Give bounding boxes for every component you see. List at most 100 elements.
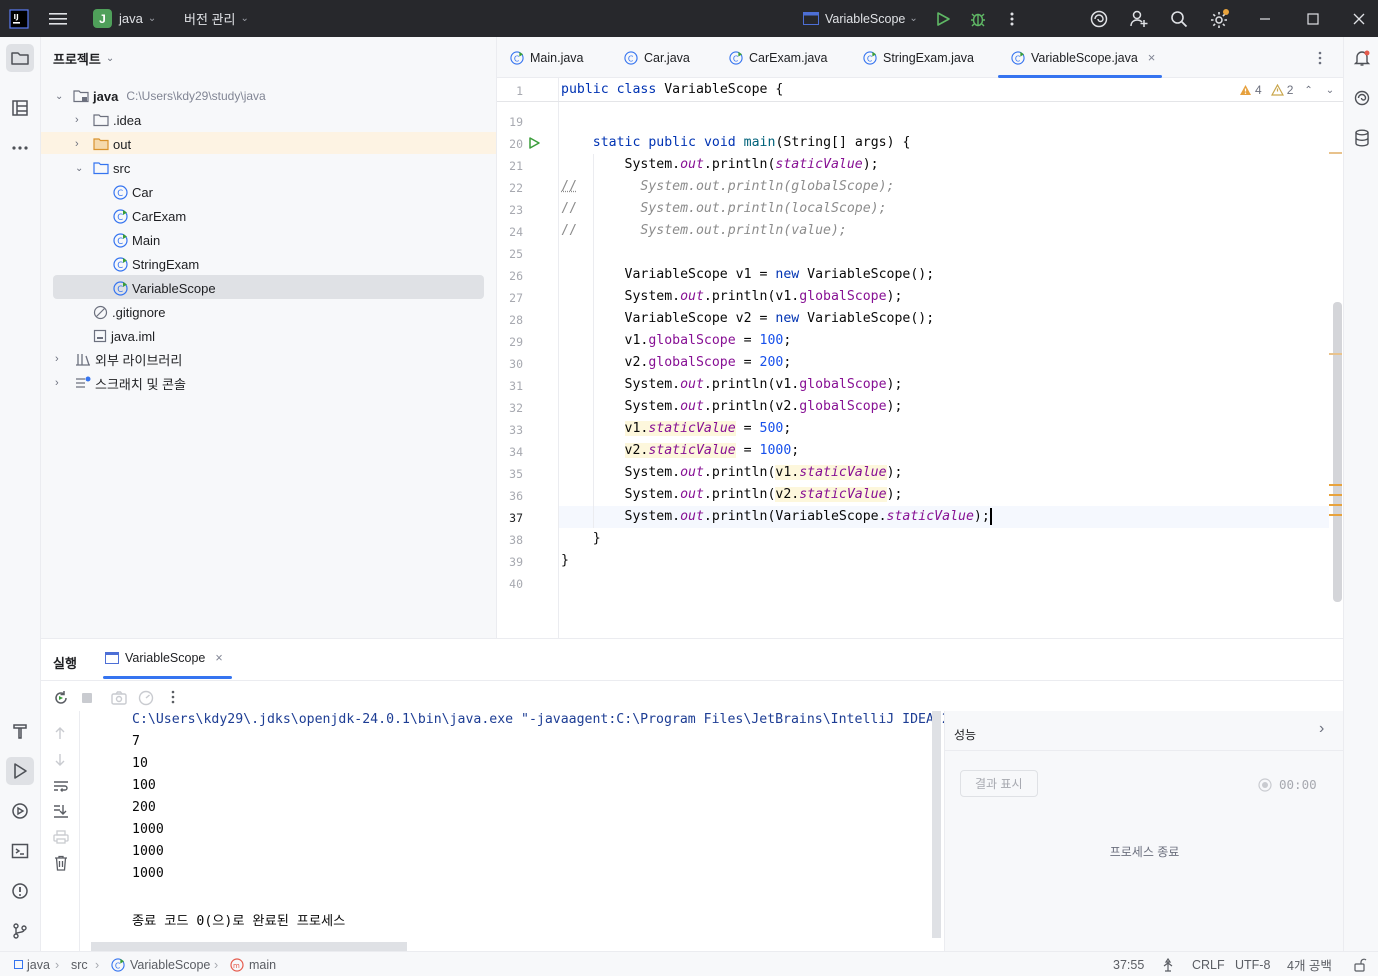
run-tool-icon[interactable]	[6, 757, 34, 785]
breadcrumb-main[interactable]: m main	[230, 952, 276, 977]
console-vertical-scrollbar[interactable]	[932, 711, 941, 938]
soft-wrap-icon[interactable]	[53, 779, 69, 793]
scroll-down-arrow-icon[interactable]	[53, 753, 67, 767]
notifications-bell-icon[interactable]	[1348, 44, 1376, 72]
close-tab-icon[interactable]: ×	[1148, 50, 1156, 65]
settings-gear-icon[interactable]	[1209, 0, 1231, 37]
tab-main-java[interactable]: C Main.java	[510, 37, 584, 78]
horizontal-scrollbar[interactable]	[91, 942, 407, 951]
tree-item-java-iml[interactable]: java.iml	[93, 325, 155, 347]
build-hammer-icon[interactable]	[6, 717, 34, 745]
minimize-window-icon[interactable]	[1259, 0, 1271, 37]
profiler-gauge-icon[interactable]	[138, 690, 154, 706]
vcs-menu[interactable]: 버전 관리 ⌄	[184, 0, 249, 37]
breadcrumb-java[interactable]: java	[14, 952, 50, 977]
more-options-icon[interactable]	[170, 690, 176, 704]
run-tab-variablescope[interactable]: VariableScope ×	[105, 651, 223, 665]
close-tab-icon[interactable]: ×	[215, 651, 222, 665]
maximize-window-icon[interactable]	[1307, 0, 1319, 37]
line-separator[interactable]: CRLF	[1192, 952, 1225, 977]
tree-item-out[interactable]: › out	[75, 133, 131, 155]
main-menu-icon[interactable]	[49, 0, 67, 37]
search-icon[interactable]	[1170, 0, 1188, 37]
project-tool-folder-icon[interactable]	[6, 44, 34, 72]
scroll-to-end-icon[interactable]	[53, 804, 69, 818]
services-tool-icon[interactable]	[6, 797, 34, 825]
stop-icon[interactable]	[81, 692, 93, 704]
project-panel-header[interactable]: 프로젝트 ⌄	[53, 47, 114, 69]
editor-tabs: C Main.java C Car.java C CarExam.java C …	[497, 37, 1343, 78]
tree-item-src[interactable]: ⌄ src	[75, 157, 130, 179]
chevron-down-icon[interactable]: ⌄	[1326, 85, 1334, 96]
tree-item-variablescope[interactable]: C VariableScope	[113, 277, 216, 299]
inspection-widget[interactable]: 4 2 ⌃ ⌄	[1239, 83, 1334, 97]
line-number-gutter[interactable]: 1 19 20 21 22 23 24 25 26 27 28 29 30 31…	[497, 78, 559, 638]
more-actions-icon[interactable]	[1005, 0, 1019, 37]
sticky-divider	[497, 101, 559, 102]
add-user-icon[interactable]	[1129, 0, 1149, 37]
tab-carexam-java[interactable]: C CarExam.java	[729, 37, 828, 78]
tree-root-java[interactable]: ⌄ java C:\Users\kdy29\study\java	[55, 85, 266, 107]
breadcrumb-label: VariableScope	[130, 957, 211, 972]
tab-car-java[interactable]: C Car.java	[624, 37, 690, 78]
vcs-status-icon[interactable]	[1161, 952, 1175, 977]
close-window-icon[interactable]	[1353, 0, 1365, 37]
chevron-up-icon[interactable]: ⌃	[1304, 85, 1312, 96]
warning-stripe[interactable]	[1329, 152, 1342, 154]
tree-item-stringexam[interactable]: C StringExam	[113, 253, 199, 275]
rerun-icon[interactable]	[53, 690, 69, 706]
vertical-scrollbar[interactable]	[1333, 302, 1342, 602]
project-name: java	[119, 11, 143, 26]
console-line: 1000	[132, 866, 164, 881]
ai-assistant-icon[interactable]	[1089, 0, 1109, 37]
run-button[interactable]	[935, 0, 951, 37]
run-gutter-icon[interactable]	[527, 136, 541, 150]
problems-tool-icon[interactable]	[6, 877, 34, 905]
tab-variablescope-java[interactable]: C VariableScope.java ×	[1011, 37, 1155, 78]
clear-trash-icon[interactable]	[54, 855, 68, 871]
warning-stripe[interactable]	[1329, 353, 1342, 355]
tree-item-idea[interactable]: › .idea	[75, 109, 141, 131]
run-config-selector[interactable]: VariableScope ⌄	[803, 0, 918, 37]
more-tools-icon[interactable]	[6, 134, 34, 162]
tree-item-label: out	[113, 136, 132, 152]
warning-stripe[interactable]	[1329, 484, 1342, 486]
tree-item-scratches[interactable]: › 스크래치 및 콘솔	[55, 372, 186, 394]
breadcrumb-variablescope[interactable]: C VariableScope	[111, 952, 210, 977]
tree-item-external-libraries[interactable]: › 외부 라이브러리	[55, 348, 182, 370]
perf-header[interactable]: 성능 ›	[945, 711, 1344, 751]
lock-icon[interactable]	[1353, 952, 1367, 977]
file-encoding[interactable]: UTF-8	[1235, 952, 1270, 977]
java-main-class-icon: C	[729, 50, 743, 65]
terminal-tool-icon[interactable]	[6, 837, 34, 865]
caret-position[interactable]: 37:55	[1113, 952, 1144, 977]
project-selector[interactable]: J java ⌄	[93, 0, 156, 37]
tab-stringexam-java[interactable]: C StringExam.java	[863, 37, 974, 78]
scroll-up-arrow-icon[interactable]	[53, 726, 67, 740]
warning-stripe[interactable]	[1329, 494, 1342, 496]
screenshot-camera-icon[interactable]	[111, 690, 127, 706]
project-badge: J	[93, 9, 112, 28]
warning-stripe[interactable]	[1329, 514, 1342, 516]
ai-chat-icon[interactable]	[1348, 84, 1376, 112]
warning-stripe[interactable]	[1329, 504, 1342, 506]
git-tool-icon[interactable]	[6, 917, 34, 945]
tree-item-car[interactable]: C Car	[113, 181, 153, 203]
debug-button[interactable]	[969, 0, 987, 37]
database-icon[interactable]	[1348, 124, 1376, 152]
code-editor[interactable]: public class VariableScope { 4 2 ⌃ ⌄ sta…	[559, 78, 1343, 638]
line-number: 25	[509, 247, 523, 261]
show-results-button[interactable]: 결과 표시	[960, 770, 1038, 797]
tabs-more-icon[interactable]	[1317, 37, 1323, 78]
intellij-logo-icon[interactable]: IJ	[9, 0, 29, 37]
tree-item-gitignore[interactable]: .gitignore	[93, 301, 165, 323]
tree-item-carexam[interactable]: C CarExam	[113, 205, 186, 227]
structure-tool-icon[interactable]	[6, 94, 34, 122]
record-icon	[1258, 777, 1272, 792]
indent-setting[interactable]: 4개 공백	[1287, 952, 1332, 977]
print-icon[interactable]	[53, 830, 69, 844]
tree-item-main[interactable]: C Main	[113, 229, 160, 251]
breadcrumb-src[interactable]: src	[71, 952, 88, 977]
code-line-28: VariableScope v2 = new VariableScope();	[561, 311, 935, 326]
line-number: 40	[509, 577, 523, 591]
